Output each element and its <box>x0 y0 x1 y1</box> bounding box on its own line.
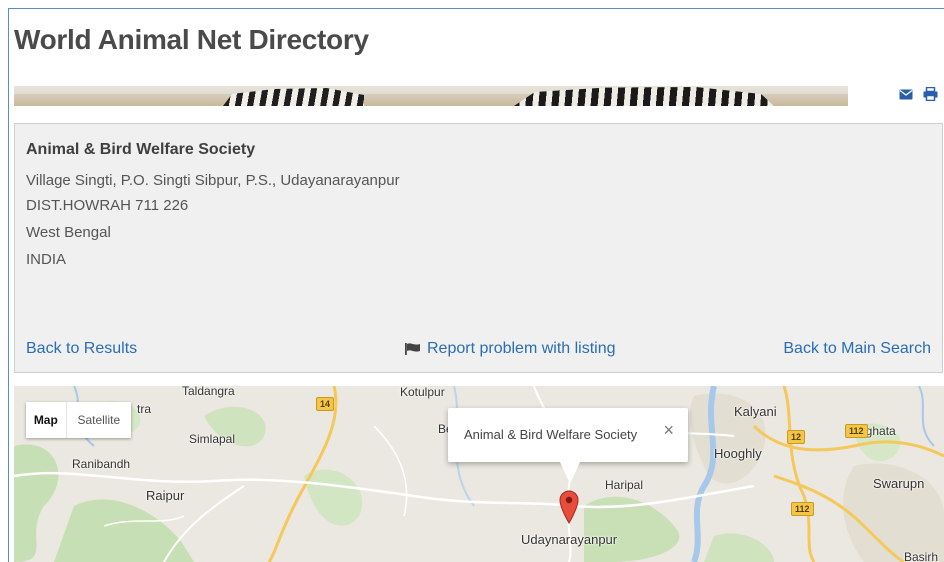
place-taldangra: Taldangra <box>182 386 235 398</box>
highway-shield-12: 12 <box>787 430 806 444</box>
address-line-4: INDIA <box>26 251 67 268</box>
report-problem-label: Report problem with listing <box>427 340 616 357</box>
zebra-banner <box>14 86 848 106</box>
back-to-results-link[interactable]: Back to Results <box>26 340 137 358</box>
page-title: World Animal Net Directory <box>14 24 369 55</box>
highway-shield-14: 14 <box>316 397 335 411</box>
highway-shield-112-b: 112 <box>791 502 814 516</box>
printer-icon[interactable] <box>922 86 938 102</box>
place-udaynarayanpur: Udaynarayanpur <box>521 532 618 547</box>
back-to-main-search-link[interactable]: Back to Main Search <box>783 340 931 358</box>
place-kotulpur: Kotulpur <box>400 386 445 399</box>
place-ranibandh: Ranibandh <box>72 457 131 471</box>
place-raipur: Raipur <box>146 488 185 503</box>
map-type-map-button[interactable]: Map <box>26 402 66 438</box>
place-kalyani: Kalyani <box>734 404 777 419</box>
location-map[interactable]: Map Satellite Taldangra Kotulpur Kalyani… <box>14 386 944 562</box>
map-info-window: Animal & Bird Welfare Society × <box>448 408 688 484</box>
place-hooghly: Hooghly <box>714 446 762 461</box>
place-haripal: Haripal <box>605 478 644 492</box>
place-swarupn: Swarupn <box>873 476 925 491</box>
map-type-control: Map Satellite <box>26 402 131 438</box>
envelope-icon[interactable] <box>898 86 914 102</box>
info-window-tail <box>560 462 580 484</box>
place-basirh: Basirh <box>904 550 939 562</box>
map-marker-icon[interactable] <box>559 490 579 524</box>
highway-shield-112-a: 112 <box>845 424 868 438</box>
place-simlapal: Simlapal <box>189 432 236 446</box>
close-icon[interactable]: × <box>663 420 674 441</box>
address-line-3: West Bengal <box>26 224 111 241</box>
listing-card: Animal & Bird Welfare Society Village Si… <box>14 123 943 373</box>
listing-tools <box>898 86 938 102</box>
report-problem-link[interactable]: Report problem with listing <box>405 340 616 358</box>
flag-icon <box>405 343 420 355</box>
map-type-satellite-button[interactable]: Satellite <box>65 402 131 438</box>
address-line-2: DIST.HOWRAH 711 226 <box>26 197 189 214</box>
address-line-1: Village Singti, P.O. Singti Sibpur, P.S.… <box>26 172 400 189</box>
place-tra: tra <box>137 402 152 416</box>
listing-name: Animal & Bird Welfare Society <box>26 141 256 158</box>
info-window-title: Animal & Bird Welfare Society <box>464 427 638 442</box>
